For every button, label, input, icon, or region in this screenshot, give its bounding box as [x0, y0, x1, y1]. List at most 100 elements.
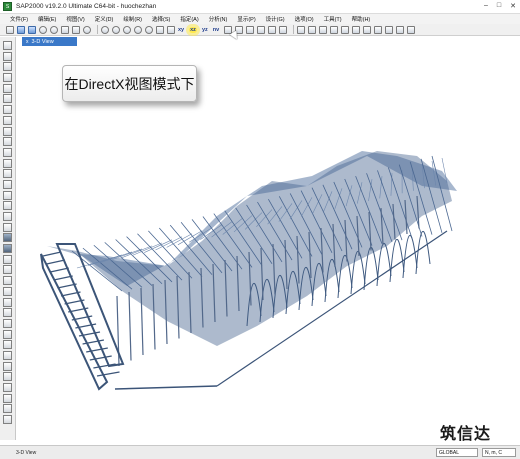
snap-lengths-icon[interactable]: [3, 340, 12, 350]
draw-area-icon[interactable]: [3, 115, 12, 125]
refresh-icon[interactable]: [61, 25, 69, 34]
draw-dimension-icon[interactable]: [3, 201, 12, 211]
menu-draw[interactable]: 绘制(R): [123, 15, 142, 23]
view-xy-button[interactable]: xy: [178, 27, 184, 33]
draw-reference-line-icon[interactable]: [3, 222, 12, 232]
column-line: [128, 291, 132, 361]
undo-icon[interactable]: [39, 25, 47, 34]
menu-display[interactable]: 显示(P): [237, 15, 255, 23]
draw-secondary-beam-icon[interactable]: [3, 105, 12, 115]
draw-joint-icon[interactable]: [3, 62, 12, 72]
down-arrow-icon[interactable]: [246, 25, 255, 34]
stair-rung: [50, 267, 69, 273]
menu-select[interactable]: 选择(S): [152, 15, 170, 23]
draw-solid-icon[interactable]: [3, 147, 12, 157]
snap-lines-icon[interactable]: [3, 318, 12, 328]
get-previous-selection-icon[interactable]: [3, 244, 12, 254]
sap2000-app-icon[interactable]: S: [3, 2, 12, 11]
menu-analyze[interactable]: 分析(N): [209, 15, 228, 23]
snap-fine-grid-icon[interactable]: [3, 329, 12, 339]
run-icon[interactable]: [83, 25, 91, 34]
draw-cable-icon[interactable]: [3, 179, 12, 189]
maximize-icon[interactable]: □: [497, 2, 501, 10]
draw-tendon-icon[interactable]: [3, 169, 12, 179]
snap-parallel-icon[interactable]: [3, 393, 12, 403]
menu-define[interactable]: 定义(D): [95, 15, 114, 23]
view-xz-button[interactable]: xz: [189, 26, 197, 33]
open-icon[interactable]: [17, 25, 25, 34]
reshape-icon[interactable]: [3, 51, 12, 61]
define-areas-icon[interactable]: [363, 25, 372, 34]
stair-rung: [42, 251, 62, 257]
cursor-text-icon[interactable]: [396, 25, 405, 34]
snap-tangent-icon[interactable]: [3, 415, 12, 425]
draw-link-icon[interactable]: [3, 158, 12, 168]
view-nv-button[interactable]: nv: [213, 27, 219, 33]
save-icon[interactable]: [28, 25, 36, 34]
draw-section-cut-icon[interactable]: [3, 190, 12, 200]
load-patterns-icon[interactable]: [374, 25, 383, 34]
draw-frame-icon[interactable]: [3, 73, 12, 83]
quick-draw-frame-icon[interactable]: [3, 83, 12, 93]
select-all-icon[interactable]: [3, 233, 12, 243]
design-icon[interactable]: [385, 25, 394, 34]
clear-selection-icon[interactable]: [3, 254, 12, 264]
snap-perpendicular-icon[interactable]: [3, 308, 12, 318]
quick-draw-area-icon[interactable]: [3, 137, 12, 147]
menu-assign[interactable]: 指定(A): [180, 15, 198, 23]
view-yz-button[interactable]: yz: [202, 27, 208, 33]
roof-grid-line: [121, 245, 153, 258]
intersecting-line-select-icon[interactable]: [3, 265, 12, 275]
section-designer-icon[interactable]: [330, 25, 339, 34]
show-undeformed-icon[interactable]: [268, 25, 277, 34]
zoom-previous-icon[interactable]: [145, 25, 153, 34]
menu-design[interactable]: 设计(G): [266, 15, 285, 23]
draw-rect-area-icon[interactable]: [3, 126, 12, 136]
close-view-icon[interactable]: x: [26, 39, 29, 45]
annotation-callout: 在DirectX视图模式下: [62, 65, 197, 102]
show-loads-icon[interactable]: [279, 25, 288, 34]
show-tables-icon[interactable]: [319, 25, 328, 34]
menu-help[interactable]: 帮助(H): [352, 15, 371, 23]
zoom-extents-icon[interactable]: [134, 25, 142, 34]
snap-points-icon[interactable]: [3, 276, 12, 286]
menu-view[interactable]: 视图(V): [66, 15, 84, 23]
snap-extension-icon[interactable]: [3, 383, 12, 392]
snap-grid-icon[interactable]: [3, 372, 12, 382]
snap-center-icon[interactable]: [3, 404, 12, 414]
snap-intersections-icon[interactable]: [3, 297, 12, 307]
lock-icon[interactable]: [72, 25, 80, 34]
display-options-icon[interactable]: [257, 25, 266, 34]
menu-edit[interactable]: 编辑(E): [38, 15, 56, 23]
view-tab-3d[interactable]: x 3-D View: [22, 37, 77, 46]
menu-tools[interactable]: 工具(T): [324, 15, 342, 23]
new-icon[interactable]: [6, 25, 14, 34]
show-deformed-icon[interactable]: [297, 25, 306, 34]
close-icon[interactable]: ✕: [510, 2, 516, 10]
roof-shell: [47, 151, 457, 346]
more-tools-icon[interactable]: [407, 25, 416, 34]
snap-ends-icon[interactable]: [3, 286, 12, 296]
zoom-out-icon[interactable]: [123, 25, 131, 34]
define-frames-icon[interactable]: [352, 25, 361, 34]
show-forces-icon[interactable]: [308, 25, 317, 34]
zoom-window-icon[interactable]: [101, 25, 109, 34]
redo-icon[interactable]: [50, 25, 58, 34]
zoom-in-icon[interactable]: [112, 25, 120, 34]
menu-file[interactable]: 文件(F): [10, 15, 28, 23]
snap-edges-icon[interactable]: [3, 350, 12, 360]
define-materials-icon[interactable]: [341, 25, 350, 34]
title-bar: S SAP2000 v19.2.0 Ultimate C64-bit - huo…: [0, 0, 520, 14]
draw-reference-point-icon[interactable]: [3, 212, 12, 221]
pan-icon[interactable]: [156, 25, 164, 34]
minimize-icon[interactable]: –: [484, 2, 488, 10]
draw-brace-icon[interactable]: [3, 94, 12, 104]
pointer-icon[interactable]: [3, 41, 12, 50]
3d-view-icon[interactable]: [167, 25, 175, 34]
stair-rung: [53, 275, 73, 281]
model-viewport[interactable]: 在DirectX视图模式下: [17, 46, 520, 440]
snap-midpoint-icon[interactable]: [3, 361, 12, 371]
units-select[interactable]: N, m, C: [482, 448, 516, 457]
menu-options[interactable]: 选项(O): [295, 15, 314, 23]
coord-system-select[interactable]: GLOBAL: [436, 448, 478, 457]
